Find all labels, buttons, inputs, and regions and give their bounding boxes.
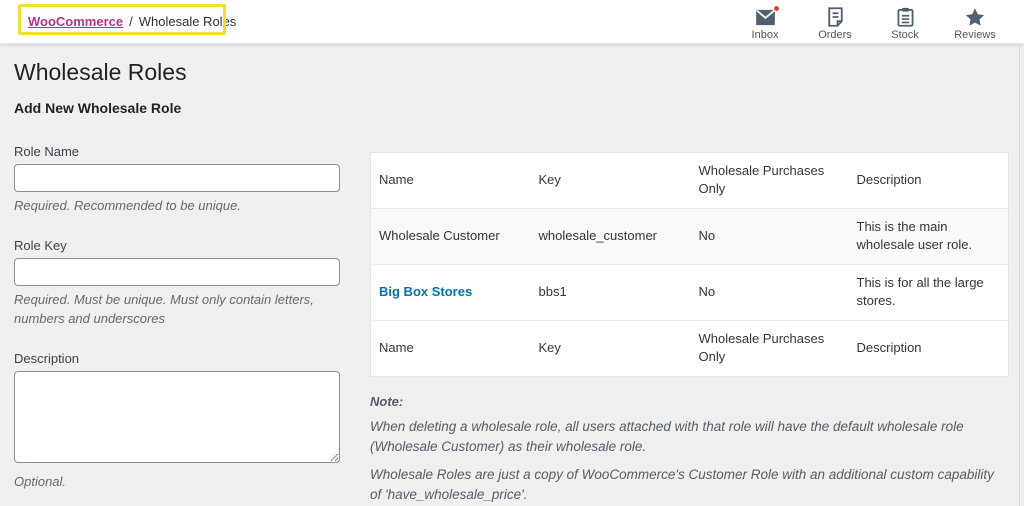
role-wpo-cell: No <box>691 264 849 320</box>
nav-label: Reviews <box>954 30 996 41</box>
page-title: Wholesale Roles <box>14 58 187 88</box>
description-help: Optional. <box>14 473 340 492</box>
role-key-label: Role Key <box>14 238 340 253</box>
nav-label: Inbox <box>752 30 779 41</box>
col-header-description: Description <box>849 153 1009 209</box>
description-textarea[interactable] <box>14 371 340 463</box>
stock-icon <box>897 7 914 27</box>
nav-item-stock[interactable]: Stock <box>870 2 940 41</box>
role-name-input[interactable] <box>14 164 340 192</box>
add-new-role-form: Add New Wholesale Role Role Name Require… <box>14 100 340 506</box>
note-paragraph: Wholesale Roles are just a copy of WooCo… <box>370 465 995 506</box>
role-name-help: Required. Recommended to be unique. <box>14 197 340 216</box>
wholesale-roles-table: Name Key Wholesale Purchases Only Descri… <box>370 152 1009 377</box>
roles-table-panel: Name Key Wholesale Purchases Only Descri… <box>370 152 1008 506</box>
table-row: Big Box Stores bbs1 No This is for all t… <box>371 264 1009 320</box>
role-key-input[interactable] <box>14 258 340 286</box>
note-paragraph: When deleting a wholesale role, all user… <box>370 417 995 458</box>
col-footer-name: Name <box>371 320 531 376</box>
col-header-name: Name <box>371 153 531 209</box>
role-key-help: Required. Must be unique. Must only cont… <box>14 291 340 329</box>
activity-panel-nav: Inbox Orders Stock <box>730 2 1024 41</box>
col-header-key: Key <box>531 153 691 209</box>
nav-item-orders[interactable]: Orders <box>800 2 870 41</box>
breadcrumb-separator: / <box>129 14 133 29</box>
form-heading: Add New Wholesale Role <box>14 100 340 116</box>
admin-header-bar: WooCommerce / Wholesale Roles Inbox <box>0 0 1024 44</box>
role-name-label: Role Name <box>14 144 340 159</box>
col-footer-wholesale-purchases-only: Wholesale Purchases Only <box>691 320 849 376</box>
note-heading: Note: <box>370 394 995 409</box>
nav-item-inbox[interactable]: Inbox <box>730 2 800 41</box>
main-content: Wholesale Roles Add New Wholesale Role R… <box>0 44 1024 506</box>
nav-item-reviews[interactable]: Reviews <box>940 2 1010 41</box>
role-link-big-box-stores[interactable]: Big Box Stores <box>379 284 472 299</box>
role-name-cell: Wholesale Customer <box>371 208 531 264</box>
breadcrumb: WooCommerce / Wholesale Roles <box>0 14 236 29</box>
table-row: Wholesale Customer wholesale_customer No… <box>371 208 1009 264</box>
description-label: Description <box>14 351 340 366</box>
table-header-row: Name Key Wholesale Purchases Only Descri… <box>371 153 1009 209</box>
breadcrumb-link-woocommerce[interactable]: WooCommerce <box>28 14 123 29</box>
breadcrumb-current: Wholesale Roles <box>139 14 237 29</box>
inbox-icon <box>755 7 776 27</box>
window-edge-line <box>1019 0 1020 506</box>
inbox-unread-badge <box>773 5 780 12</box>
role-key-cell: bbs1 <box>531 264 691 320</box>
col-footer-description: Description <box>849 320 1009 376</box>
reviews-icon <box>965 7 985 27</box>
role-name-cell: Big Box Stores <box>371 264 531 320</box>
role-description-cell: This is the main wholesale user role. <box>849 208 1009 264</box>
role-wpo-cell: No <box>691 208 849 264</box>
col-footer-key: Key <box>531 320 691 376</box>
nav-label: Stock <box>891 30 919 41</box>
note-block: Note: When deleting a wholesale role, al… <box>370 394 995 506</box>
orders-icon <box>827 7 844 27</box>
table-footer-row: Name Key Wholesale Purchases Only Descri… <box>371 320 1009 376</box>
role-key-cell: wholesale_customer <box>531 208 691 264</box>
nav-label: Orders <box>818 30 852 41</box>
col-header-wholesale-purchases-only: Wholesale Purchases Only <box>691 153 849 209</box>
role-description-cell: This is for all the large stores. <box>849 264 1009 320</box>
